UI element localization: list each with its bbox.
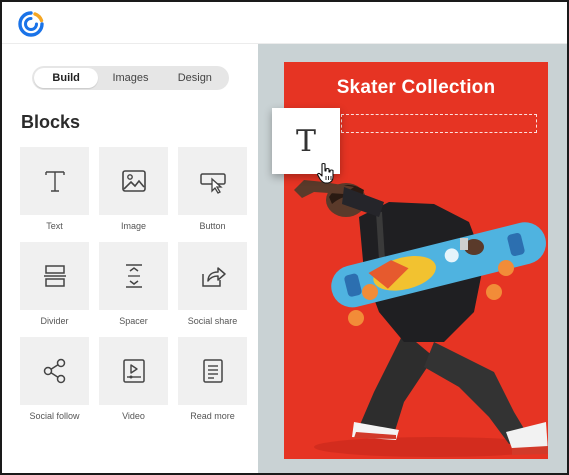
block-image[interactable]: Image [99,147,168,242]
blocks-grid: Text Image Button Divider Spacer Social … [20,147,248,432]
block-label: Spacer [119,316,148,326]
drop-zone[interactable] [341,114,537,133]
block-tile[interactable] [178,242,247,310]
text-icon [44,171,65,192]
blocks-heading: Blocks [21,112,81,132]
block-tile[interactable] [20,242,89,310]
panel-tabs: Build Images Design [32,66,229,90]
block-video[interactable]: Video [99,337,168,432]
block-label: Video [122,411,145,421]
image-icon [121,170,146,192]
skater-photo[interactable] [284,142,548,459]
video-icon [122,359,145,383]
block-social-share[interactable]: Social share [178,242,247,337]
block-spacer[interactable]: Spacer [99,242,168,337]
button-icon [199,173,226,194]
spacer-icon [125,264,142,288]
tab-images[interactable]: Images [98,68,162,88]
text-icon: T [295,123,316,159]
brand-logo-icon[interactable] [18,11,44,37]
top-bar [2,2,567,44]
blocks-panel: Build Images Design Blocks Text Image Bu… [2,44,258,473]
poster-title[interactable]: Skater Collection [284,77,548,99]
hand-cursor-icon [316,162,334,184]
block-label: Text [46,221,63,231]
app-window: Build Images Design Blocks Text Image Bu… [0,0,569,475]
block-tile[interactable] [99,242,168,310]
block-social-follow[interactable]: Social follow [20,337,89,432]
social-share-icon [201,267,226,287]
tab-design[interactable]: Design [163,68,227,88]
block-label: Button [199,221,226,231]
block-text[interactable]: Text [20,147,89,242]
tab-build[interactable]: Build [34,68,99,88]
block-label: Social follow [29,411,80,421]
block-label: Divider [40,316,69,326]
block-label: Read more [190,411,235,421]
block-label: Image [120,221,146,231]
block-read-more[interactable]: Read more [178,337,247,432]
divider-icon [43,265,66,287]
read-more-icon [202,359,223,383]
block-tile[interactable] [99,147,168,215]
social-follow-icon [43,358,65,384]
block-label: Social share [187,316,238,326]
block-tile[interactable] [20,337,89,405]
block-tile[interactable] [20,147,89,215]
block-divider[interactable]: Divider [20,242,89,337]
block-tile[interactable] [178,337,247,405]
block-tile[interactable] [178,147,247,215]
block-tile[interactable] [99,337,168,405]
block-button[interactable]: Button [178,147,247,242]
